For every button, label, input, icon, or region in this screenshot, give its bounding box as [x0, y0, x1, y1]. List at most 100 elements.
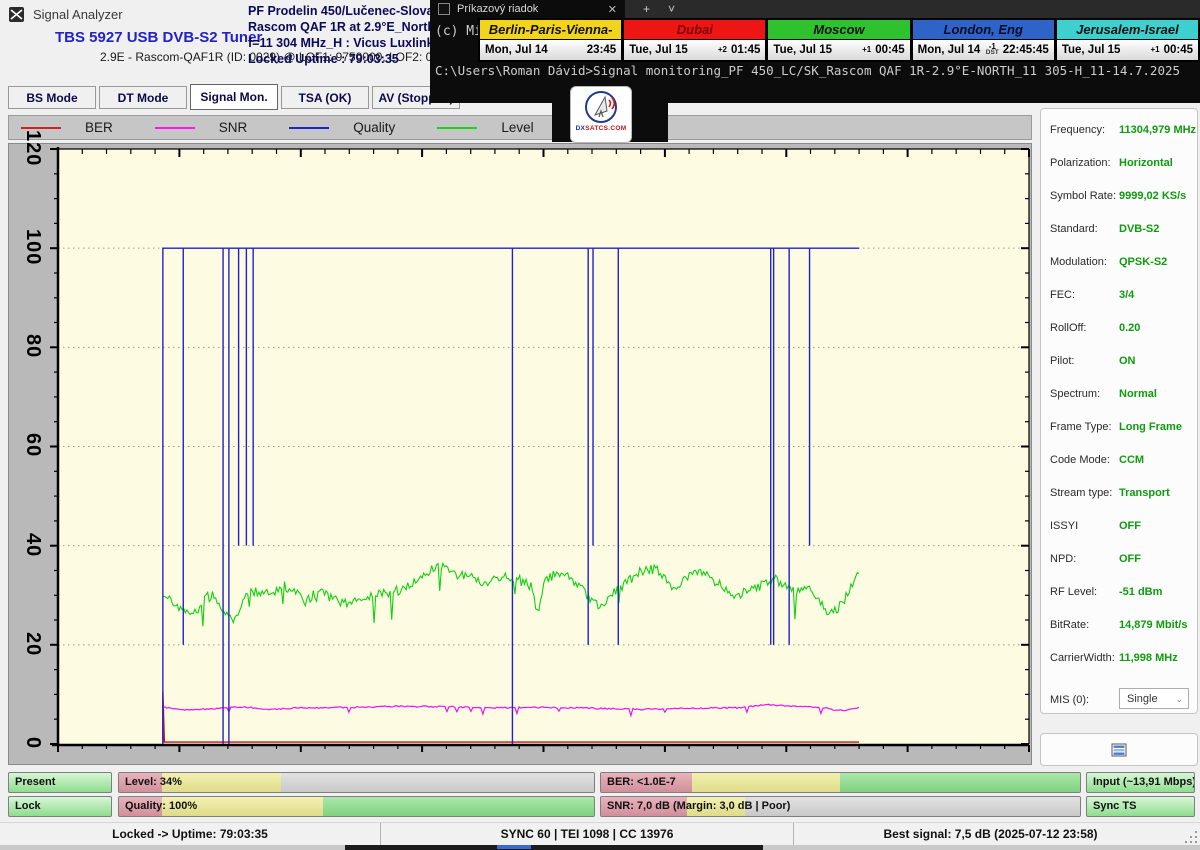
chart-legend: BERSNRQualityLevel — [8, 115, 1032, 140]
resize-grip[interactable] — [1187, 823, 1200, 846]
close-tab-icon[interactable]: ✕ — [608, 3, 617, 16]
clock-time: 00:45 — [1164, 44, 1193, 56]
meter-input-13-91-mbps-: Input (~13,91 Mbps) — [1086, 772, 1195, 793]
param-value: Long Frame — [1119, 421, 1182, 433]
meter-label: Input (~13,91 Mbps) — [1093, 776, 1195, 788]
new-tab-button[interactable]: + — [643, 2, 650, 16]
meter-sync-ts: Sync TS — [1086, 796, 1195, 817]
param-label: Spectrum: — [1050, 388, 1100, 400]
clock-city: Moscow — [768, 20, 909, 39]
meter-level: Level: 34% — [118, 772, 595, 793]
param-row: Polarization:Horizontal — [1041, 149, 1197, 182]
param-value: Horizontal — [1119, 157, 1173, 169]
transponder-list-button[interactable] — [1040, 733, 1198, 766]
param-value: CCM — [1119, 454, 1144, 466]
meter-label: Sync TS — [1093, 800, 1136, 812]
clock-utc-offset: +2 — [718, 47, 727, 53]
param-row: Modulation: QPSK-S2 — [1041, 248, 1197, 281]
legend-label: Quality — [353, 120, 395, 135]
param-label: Frame Type: — [1050, 421, 1112, 433]
param-value: -51 dBm — [1119, 586, 1162, 598]
param-value: Transport — [1119, 487, 1170, 499]
param-row: NPD:OFF — [1041, 545, 1197, 578]
meter-ber: BER: <1.0E-7 — [600, 772, 1081, 793]
clock-utc-offset: -1DST — [986, 44, 999, 56]
param-label: Symbol Rate: — [1050, 190, 1116, 202]
mis-label: MIS (0): — [1050, 694, 1089, 706]
param-label: CarrierWidth: — [1050, 652, 1115, 664]
status-lock-uptime: Locked -> Uptime: 79:03:35 — [0, 823, 380, 846]
clock-time: 01:45 — [731, 44, 760, 56]
mis-value: Single — [1127, 693, 1158, 705]
tuner-name: TBS 5927 USB DVB-S2 Tuner — [55, 29, 262, 46]
param-label: NPD: — [1050, 553, 1076, 565]
param-label: ISSYI — [1050, 520, 1078, 532]
param-value: 3/4 — [1119, 289, 1134, 301]
param-value: OFF — [1119, 520, 1141, 532]
meter-label: Present — [15, 776, 55, 788]
y-axis-tick-label: 0 — [14, 715, 44, 771]
clock-dubai: DubaiTue, Jul 15+201:45 — [622, 18, 766, 62]
tab-signal-mon-[interactable]: Signal Mon. — [190, 84, 278, 110]
meter-present: Present — [8, 772, 112, 793]
clock-body: Mon, Jul 14-1DST22:45:45 — [913, 39, 1054, 60]
param-value: 9999,02 KS/s — [1119, 190, 1186, 202]
clock-date: Mon, Jul 14 — [918, 44, 986, 56]
note-line-3: f=11 304 MHz_H : Vicus Luxlink — [248, 35, 438, 51]
param-label: Frequency: — [1050, 124, 1105, 136]
meter-zone — [745, 797, 1080, 816]
y-axis-tick-label: 80 — [14, 318, 44, 374]
param-label: FEC: — [1050, 289, 1075, 301]
meter-zone — [840, 773, 1080, 792]
param-value: 11,998 MHz — [1119, 652, 1178, 664]
status-sync-counters: SYNC 60 | TEI 1098 | CC 13976 — [380, 823, 793, 846]
clock-london-eng: London, EngMon, Jul 14-1DST22:45:45 — [911, 18, 1055, 62]
param-label: BitRate: — [1050, 619, 1089, 631]
tab-dt-mode[interactable]: DT Mode — [99, 86, 187, 109]
param-row: Pilot:ON — [1041, 347, 1197, 380]
tab-bs-mode[interactable]: BS Mode — [8, 86, 96, 109]
clock-city: London, Eng — [913, 20, 1054, 39]
param-row: CarrierWidth: 11,998 MHz — [1041, 644, 1197, 677]
param-row: RollOff:0.20 — [1041, 314, 1197, 347]
mode-tabs: BS ModeDT ModeSignal Mon.TSA (OK)AV (Sto… — [8, 86, 460, 110]
clock-utc-offset: +1 — [1150, 47, 1159, 53]
tab-dropdown-icon[interactable]: ˅ — [668, 2, 675, 16]
terminal-tabbar: Príkazový riadok ✕ + ˅ — [430, 0, 1200, 18]
meter-snr: SNR: 7,0 dB (Margin: 3,0 dB | Poor) — [600, 796, 1081, 817]
param-row: Symbol Rate:9999,02 KS/s — [1041, 182, 1197, 215]
clock-berlin-paris-vienna-roma: Berlin-Paris-Vienna-RomaMon, Jul 1423:45 — [478, 18, 622, 62]
param-label: Stream type: — [1050, 487, 1112, 499]
param-row: Standard:DVB-S2 — [1041, 215, 1197, 248]
logo-text: DXSATCS.COM — [576, 125, 627, 132]
satellite-dish-icon — [581, 87, 621, 127]
tab-tsa-ok-[interactable]: TSA (OK) — [281, 86, 369, 109]
status-bar: Locked -> Uptime: 79:03:35 SYNC 60 | TEI… — [0, 822, 1200, 846]
meter-label: Level: 34% — [125, 776, 182, 788]
terminal-tab[interactable]: Príkazový riadok ✕ — [430, 0, 625, 18]
chart-canvas — [9, 144, 1031, 764]
clock-time: 00:45 — [875, 44, 904, 56]
snr-line-swatch — [155, 127, 195, 129]
param-row: BitRate:14,879 Mbit/s — [1041, 611, 1197, 644]
param-row: Code Mode:CCM — [1041, 446, 1197, 479]
note-line-1: PF Prodelin 450/Lučenec-Slovakia — [248, 3, 438, 19]
taskbar-dark-segment — [345, 845, 763, 850]
param-value: QPSK-S2 — [1119, 256, 1167, 268]
param-row: RF Level:-51 dBm — [1041, 578, 1197, 611]
meter-label: Lock — [15, 800, 41, 812]
param-value: DVB-S2 — [1119, 223, 1159, 235]
legend-label: SNR — [219, 120, 248, 135]
param-value: 0.20 — [1119, 322, 1140, 334]
chevron-down-icon: ⌄ — [1175, 689, 1183, 710]
mis-dropdown[interactable]: Single ⌄ — [1119, 688, 1189, 709]
param-label: Modulation: — [1050, 256, 1107, 268]
cmd-icon — [438, 3, 450, 15]
terminal-tab-title: Príkazový riadok — [457, 3, 601, 15]
terminal-command-line[interactable]: C:\Users\Roman Dávid>Signal monitoring_P… — [435, 63, 1197, 78]
note-line-4: Locked Uptime : 79:03:35 — [248, 51, 438, 67]
clock-body: Tue, Jul 15+201:45 — [624, 39, 765, 60]
meter-lock: Lock — [8, 796, 112, 817]
clock-date: Mon, Jul 14 — [485, 44, 587, 56]
mis-row: MIS (0): Single ⌄ — [1041, 686, 1197, 726]
